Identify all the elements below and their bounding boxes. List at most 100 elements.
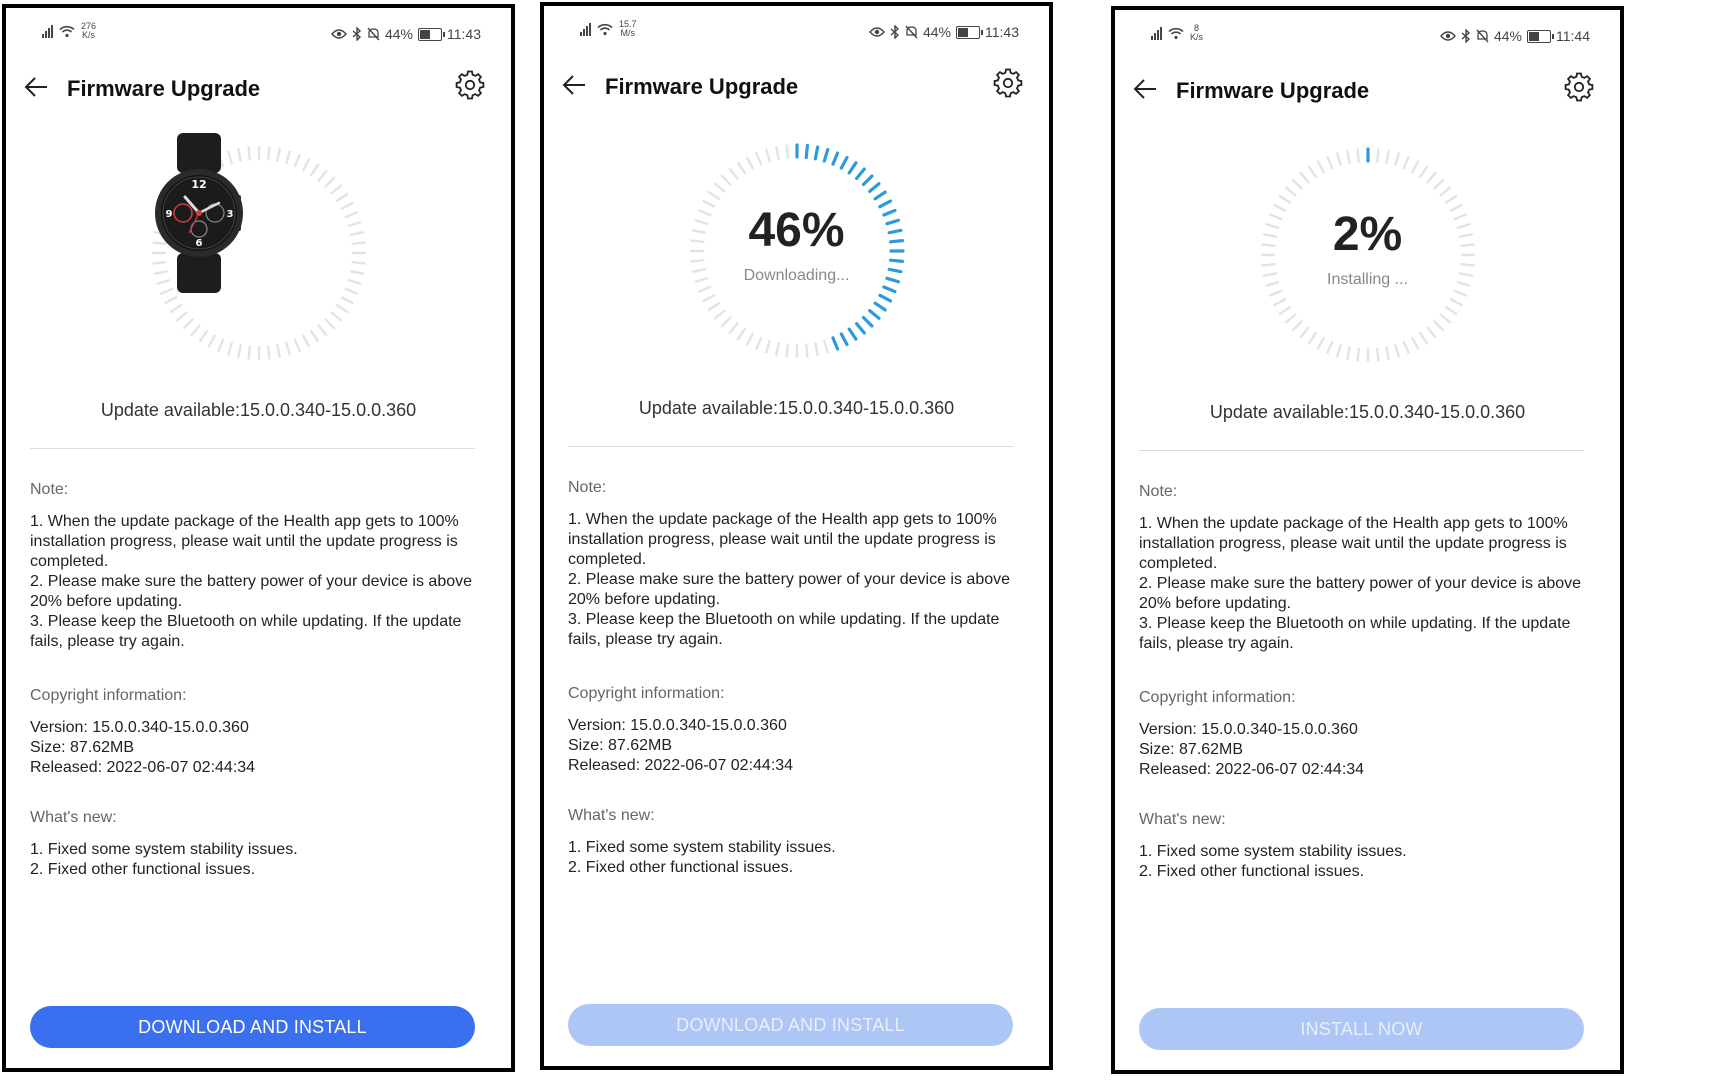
whats-new-section: What's new: 1. Fixed some system stabili… — [1139, 810, 1590, 882]
progress-tick — [236, 343, 242, 359]
primary-action-button[interactable]: DOWNLOAD AND INSTALL — [30, 1006, 475, 1048]
progress-tick — [784, 144, 789, 159]
progress-tick-filled — [867, 182, 881, 193]
gear-icon[interactable] — [455, 70, 485, 100]
copyright-section: Copyright information: Version: 15.0.0.3… — [1139, 688, 1590, 780]
progress-tick — [293, 153, 301, 168]
signal-icon — [42, 24, 53, 38]
progress-tick — [707, 190, 720, 200]
gear-icon[interactable] — [1564, 72, 1594, 102]
progress-tick — [340, 296, 354, 305]
page-title: Firmware Upgrade — [67, 76, 261, 101]
version-text: Version: 15.0.0.340-15.0.0.360 — [1139, 721, 1358, 738]
note-item: 1. When the update package of the Health… — [1139, 515, 1568, 572]
progress-tick — [1345, 345, 1351, 361]
progress-tick — [335, 304, 348, 314]
status-bar: 276 K/s 44% 11:43 — [6, 18, 511, 46]
network-speed-unit: K/s — [82, 30, 96, 40]
whats-new-item: 2. Fixed other functional issues. — [1139, 863, 1365, 880]
status-bar: 8 K/s 44% 11:44 — [1115, 20, 1620, 48]
whats-new-section: What's new: 1. Fixed some system stabili… — [30, 808, 481, 880]
progress-tick — [1291, 178, 1303, 190]
progress-tick — [275, 343, 281, 359]
svg-text:6: 6 — [195, 238, 202, 249]
battery-percent: 44% — [922, 24, 951, 40]
whats-new-heading: What's new: — [1139, 811, 1226, 828]
smartwatch-image: 12 9 3 6 — [154, 133, 243, 293]
progress-percent: 46% — [748, 204, 845, 257]
phone-screen-2: 15.7 M/s 44% 11:43 Firmware Upgrade 46% D… — [540, 2, 1053, 1070]
progress-tick — [347, 279, 362, 285]
progress-tick — [207, 334, 216, 348]
size-text: Size: 87.62MB — [568, 737, 673, 754]
progress-tick — [1355, 347, 1360, 362]
progress-tick — [1268, 289, 1282, 297]
progress-tick — [1453, 289, 1467, 297]
battery-percent: 44% — [384, 26, 413, 42]
progress-tick-filled — [839, 332, 849, 347]
progress-tick — [1425, 171, 1436, 184]
progress-tick — [813, 341, 819, 357]
arrow-left-icon[interactable] — [560, 70, 590, 100]
progress-tick-filled — [873, 301, 887, 312]
svg-text:12: 12 — [191, 178, 206, 191]
progress-tick — [309, 163, 319, 177]
page-title: Firmware Upgrade — [605, 74, 799, 99]
notes-section: Note: 1. When the update package of the … — [1139, 482, 1590, 654]
progress-tick — [1284, 313, 1297, 324]
progress-tick — [293, 338, 301, 353]
progress-tick — [1438, 186, 1451, 197]
status-left: 276 K/s — [42, 22, 96, 40]
eye-icon — [869, 27, 885, 37]
progress-tick — [1278, 194, 1291, 204]
progress-tick — [804, 343, 809, 358]
progress-tick — [347, 221, 362, 227]
status-time: 11:43 — [447, 26, 481, 42]
progress-tick — [284, 150, 291, 165]
progress-tick-filled — [881, 285, 897, 294]
gear-icon[interactable] — [993, 68, 1023, 98]
note-item: 1. When the update package of the Health… — [30, 513, 459, 570]
notes-heading: Note: — [1139, 483, 1178, 500]
progress-tick — [316, 324, 327, 337]
primary-action-button[interactable]: INSTALL NOW — [1139, 1008, 1584, 1050]
progress-tick — [246, 345, 251, 360]
whats-new-item: 1. Fixed some system stability issues. — [1139, 843, 1407, 860]
progress-tick-filled — [822, 147, 829, 163]
progress-tick — [736, 327, 746, 341]
copyright-heading: Copyright information: — [1139, 689, 1296, 706]
progress-status-text: Downloading... — [743, 267, 850, 284]
progress-tick — [1410, 160, 1419, 174]
whats-new-item: 2. Fixed other functional issues. — [30, 861, 256, 878]
network-speed-unit: K/s — [1190, 32, 1204, 42]
progress-tick — [713, 309, 726, 320]
progress-tick — [323, 176, 335, 188]
eye-icon — [1440, 31, 1456, 41]
progress-tick-filled — [861, 315, 874, 328]
progress-tick — [1393, 343, 1400, 358]
signal-icon — [580, 22, 591, 36]
progress-percent: 2% — [1332, 208, 1403, 261]
primary-action-button[interactable]: DOWNLOAD AND INSTALL — [568, 1004, 1013, 1046]
status-time: 11:43 — [985, 24, 1019, 40]
progress-tick-filled — [867, 309, 881, 320]
progress-tick-filled — [830, 151, 839, 166]
progress-tick-filled — [888, 258, 904, 263]
progress-tick — [1325, 340, 1333, 355]
progress-tick-filled — [854, 322, 866, 335]
progress-tick — [226, 341, 233, 356]
progress-tick — [1299, 171, 1310, 184]
notes-heading: Note: — [30, 481, 69, 498]
progress-tick — [1384, 149, 1390, 165]
arrow-left-icon[interactable] — [1131, 74, 1161, 104]
released-text: Released: 2022-06-07 02:44:34 — [1139, 761, 1365, 778]
progress-tick — [1345, 149, 1351, 165]
copyright-section: Copyright information: Version: 15.0.0.3… — [30, 686, 481, 778]
progress-tick — [1335, 343, 1342, 358]
arrow-left-icon[interactable] — [22, 72, 52, 102]
progress-tick-filled — [861, 174, 874, 187]
progress-tick — [1425, 326, 1436, 339]
progress-tick — [1307, 165, 1317, 179]
progress-tick — [784, 343, 789, 358]
progress-tick — [335, 192, 348, 202]
